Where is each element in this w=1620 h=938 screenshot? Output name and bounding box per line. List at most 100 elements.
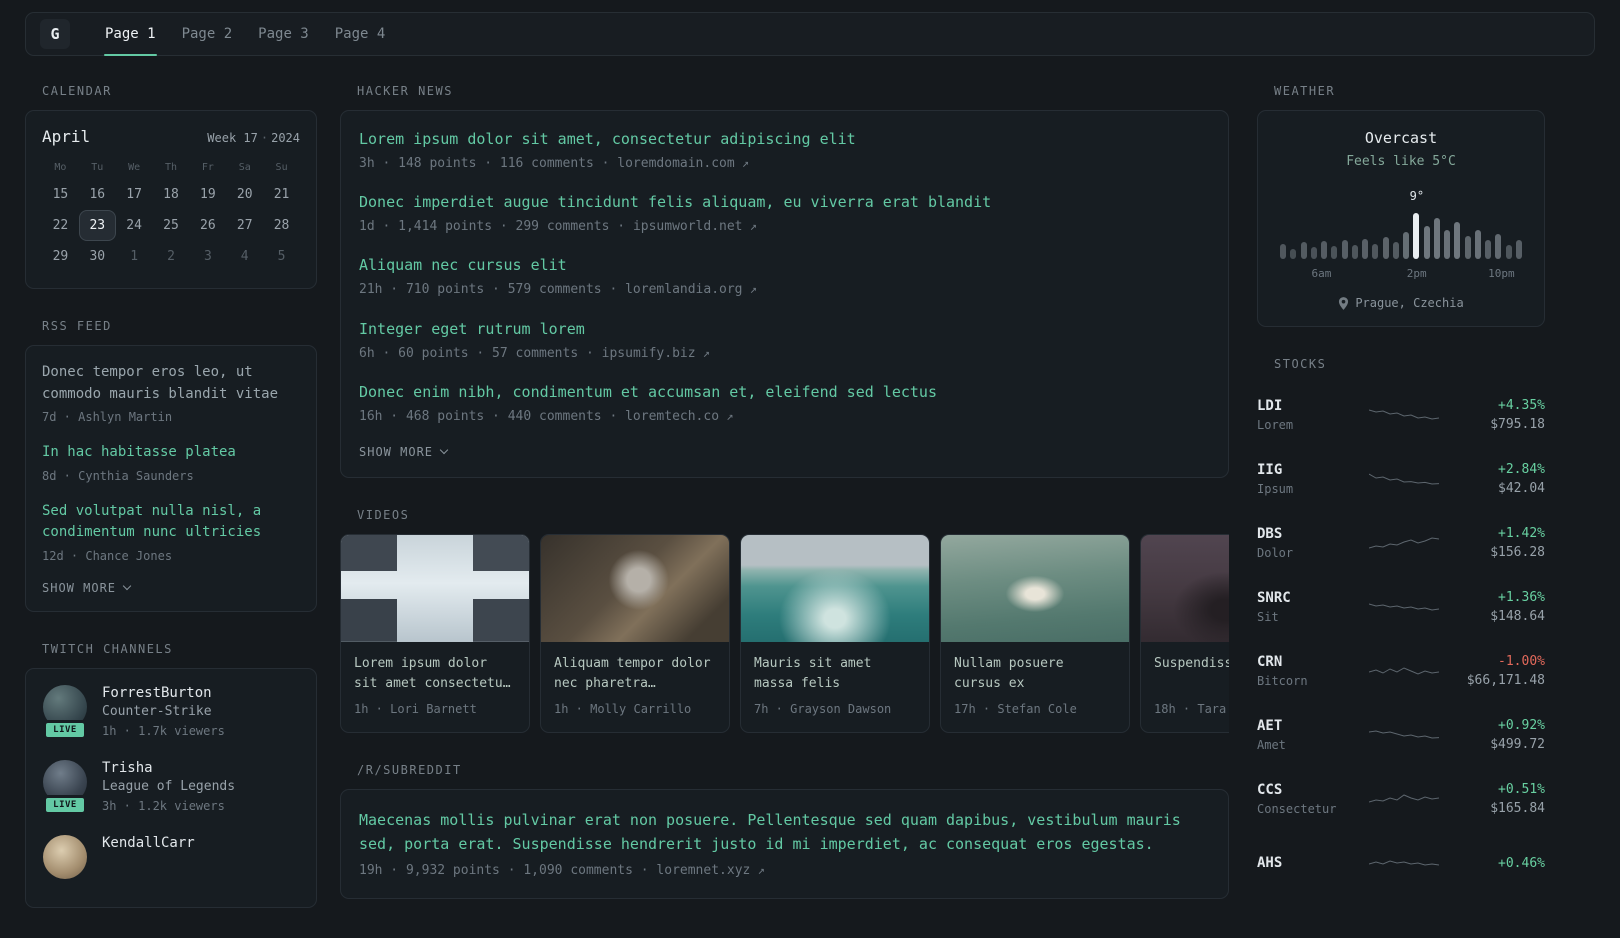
weather-bar: [1464, 236, 1471, 259]
weather-bar: [1280, 244, 1286, 259]
calendar-day: 2: [167, 249, 175, 264]
rss-widget: RSS FEED Donec tempor eros leo, ut commo…: [25, 319, 317, 612]
tab-page-3[interactable]: Page 3: [245, 13, 322, 55]
video-title[interactable]: Lorem ipsum dolor sit amet consectetu…: [354, 654, 516, 694]
stock-price: $148.64: [1490, 609, 1545, 624]
topbar: G Page 1 Page 2 Page 3 Page 4: [25, 12, 1595, 56]
video-meta: 1h · Molly Carrillo: [554, 702, 692, 717]
calendar-week: Week 17: [207, 131, 258, 145]
video-card[interactable]: Mauris sit amet massa felis 7h · Grayson …: [740, 533, 930, 734]
video-thumbnail[interactable]: [741, 534, 929, 642]
weather-card: Overcast Feels like 5°C 9° 6am 2pm 10pm Pr…: [1257, 110, 1545, 327]
stock-row: LDI Lorem +4.35% $795.18: [1257, 383, 1545, 447]
calendar-header: April Week 17 · 2024: [42, 127, 300, 146]
video-card[interactable]: Suspendisse diam 18h · Tara: [1140, 533, 1229, 734]
video-thumbnail[interactable]: [941, 534, 1129, 642]
weather-bar: [1382, 237, 1389, 259]
rss-item: Sed volutpat nulla nisl, a condimentum n…: [42, 501, 300, 565]
video-thumbnail[interactable]: [541, 534, 729, 642]
calendar-day: 25: [163, 218, 179, 233]
calendar-day: 29: [52, 249, 69, 264]
twitch-channel[interactable]: KendallCarr: [42, 834, 300, 879]
video-thumbnail[interactable]: [1141, 534, 1229, 642]
weather-bar: [1331, 246, 1338, 259]
rss-show-more-button[interactable]: SHOW MORE: [42, 581, 300, 595]
stock-name: Bitcorn: [1257, 674, 1308, 688]
subreddit-post: Maecenas mollis pulvinar erat non posuer…: [359, 808, 1210, 880]
calendar-card: April Week 17 · 2024 Mo Tu We Th Fr Sa Su 15 16 17…: [25, 110, 317, 289]
hackernews-item-domain[interactable]: loremlandia.org: [625, 282, 757, 297]
hackernews-item-domain[interactable]: ipsumify.biz: [602, 346, 710, 361]
videos-row: Lorem ipsum dolor sit amet consectetu… 1h…: [340, 533, 1229, 734]
app-logo[interactable]: G: [40, 19, 70, 49]
rss-item-title[interactable]: Sed volutpat nulla nisl, a condimentum n…: [42, 501, 300, 544]
calendar-dow-label: Su: [275, 162, 288, 173]
hackernews-item-title[interactable]: Aliquam nec cursus elit: [359, 255, 1210, 276]
page-tabs: Page 1 Page 2 Page 3 Page 4: [92, 13, 399, 56]
tab-page-4[interactable]: Page 4: [322, 13, 399, 55]
stock-id: DBS Dolor: [1257, 526, 1351, 560]
stock-symbol: AET: [1257, 718, 1283, 734]
video-title[interactable]: Suspendisse diam: [1154, 654, 1229, 694]
rss-item-title[interactable]: In hac habitasse platea: [42, 442, 300, 464]
hackernews-item-domain[interactable]: ipsumworld.net: [633, 219, 757, 234]
hackernews-item: Donec enim nibh, condimentum et accumsan…: [359, 382, 1210, 426]
show-more-label: SHOW MORE: [359, 444, 434, 459]
chevron-down-icon: [439, 445, 449, 455]
hackernews-show-more-button[interactable]: SHOW MORE: [359, 445, 1210, 459]
calendar-dow-label: Mo: [54, 162, 67, 173]
weather-location: Prague, Czechia: [1274, 296, 1528, 310]
weather-bar: [1474, 230, 1481, 259]
stock-price: $165.84: [1490, 801, 1545, 816]
stock-price: $156.28: [1490, 545, 1545, 560]
video-title[interactable]: Nullam posuere cursus ex: [954, 654, 1116, 694]
middle-column: HACKER NEWS Lorem ipsum dolor sit amet, …: [340, 84, 1229, 929]
weather-feels-like: Feels like 5°C: [1346, 154, 1456, 169]
twitch-channel-meta: 1h · 1.7k viewers: [102, 723, 225, 738]
hackernews-item-title[interactable]: Integer eget rutrum lorem: [359, 319, 1210, 340]
weather-bar: [1444, 230, 1450, 259]
calendar-day: 3: [203, 249, 212, 264]
twitch-channel[interactable]: LIVE Trisha League of Legends 3h · 1.2k vie…: [42, 759, 300, 815]
stock-change: -1.00%: [1498, 654, 1545, 669]
hackernews-item-title[interactable]: Donec imperdiet augue tincidunt felis al…: [359, 192, 1210, 213]
stock-name: Ipsum: [1257, 482, 1294, 496]
twitch-channel[interactable]: LIVE ForrestBurton Counter-Strike 1h · 1.7k…: [42, 684, 300, 740]
rss-item-title[interactable]: Donec tempor eros leo, ut commodo mauris…: [42, 362, 300, 405]
stock-sparkline: [1351, 658, 1457, 684]
hackernews-item-domain[interactable]: loremtech.co: [625, 409, 733, 424]
stock-name: Dolor: [1257, 546, 1294, 560]
hackernews-item-title[interactable]: Lorem ipsum dolor sit amet, consectetur …: [359, 129, 1210, 150]
hackernews-item-domain[interactable]: loremdomain.com: [617, 156, 749, 171]
tab-page-1[interactable]: Page 1: [92, 13, 169, 56]
video-title[interactable]: Mauris sit amet massa felis: [754, 654, 916, 694]
twitch-channel-name[interactable]: ForrestBurton: [102, 685, 225, 701]
calendar-day: 24: [126, 218, 142, 233]
twitch-channel-name[interactable]: Trisha: [102, 760, 235, 776]
calendar-day: 30: [89, 249, 106, 264]
hackernews-item-meta: 3h · 148 points · 116 comments · loremdo…: [359, 155, 1210, 173]
subreddit-post-domain[interactable]: loremnet.xyz: [656, 863, 764, 878]
subreddit-card: Maecenas mollis pulvinar erat non posuer…: [340, 789, 1229, 900]
calendar-day: 21: [273, 187, 290, 202]
calendar-days-grid: 15 16 17 18 19 20 21 22 23 24 25 26 27 28 29 30 1 2 3 4 5: [42, 179, 300, 272]
calendar-day: 17: [126, 187, 142, 202]
video-card[interactable]: Nullam posuere cursus ex 17h · Stefan Col…: [940, 533, 1130, 734]
stock-values: +0.92% $499.72: [1457, 718, 1545, 752]
calendar-day: 19: [200, 187, 216, 202]
subreddit-post-title[interactable]: Maecenas mollis pulvinar erat non posuer…: [359, 808, 1210, 856]
stock-row: CCS Consectetur +0.51% $165.84: [1257, 767, 1545, 831]
hackernews-item-title[interactable]: Donec enim nibh, condimentum et accumsan…: [359, 382, 1210, 403]
video-card-body: Nullam posuere cursus ex 17h · Stefan Col…: [941, 642, 1129, 732]
video-card[interactable]: Lorem ipsum dolor sit amet consectetu… 1h…: [340, 533, 530, 734]
video-thumbnail[interactable]: [341, 534, 529, 642]
tab-page-2[interactable]: Page 2: [169, 13, 246, 55]
location-pin-icon: [1339, 296, 1349, 310]
twitch-channel-name[interactable]: KendallCarr: [102, 835, 195, 851]
video-card[interactable]: Aliquam tempor dolor nec pharetra… 1h · M…: [540, 533, 730, 734]
weather-condition: Overcast: [1364, 129, 1438, 147]
rss-item: Donec tempor eros leo, ut commodo mauris…: [42, 362, 300, 426]
weather-hourly-chart: 9°: [1274, 189, 1528, 259]
video-title[interactable]: Aliquam tempor dolor nec pharetra…: [554, 654, 716, 694]
weather-bar: [1403, 232, 1409, 259]
